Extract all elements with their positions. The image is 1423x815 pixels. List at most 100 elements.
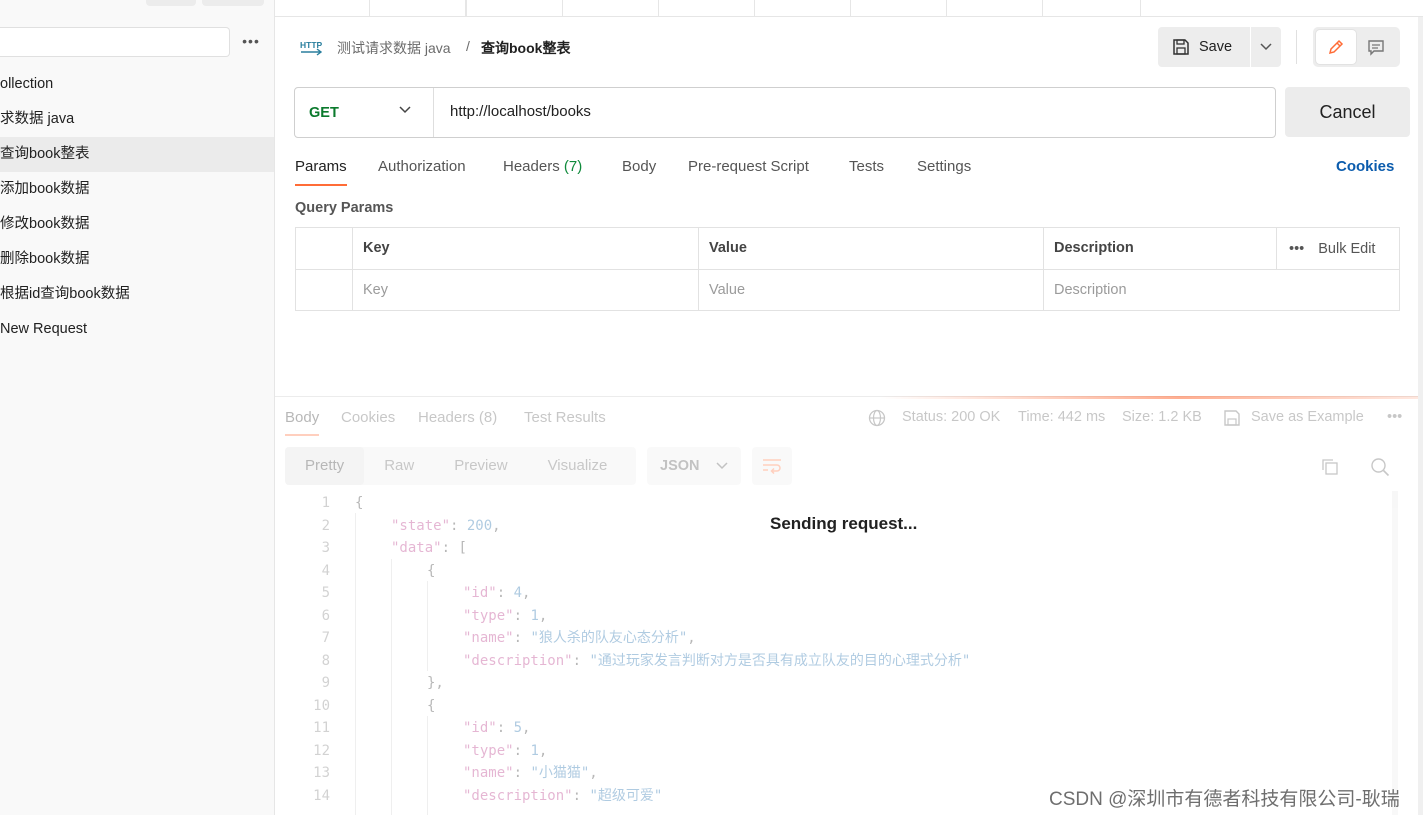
request-tab[interactable] — [947, 0, 1043, 16]
code-line: 7 "name": "狼人杀的队友心态分析", — [321, 630, 696, 646]
breadcrumb-parent[interactable]: 测试请求数据 java — [337, 38, 451, 58]
more-options-icon[interactable]: ••• — [1289, 241, 1304, 257]
method-select[interactable]: GET — [295, 88, 434, 137]
http-icon: HTTP — [300, 38, 323, 56]
sidebar-top-button[interactable] — [202, 0, 264, 6]
tab-authorization[interactable]: Authorization — [378, 158, 466, 188]
sidebar-item-label: 求数据 java — [0, 111, 75, 127]
wrap-lines-button[interactable] — [752, 447, 792, 485]
response-scrollbar[interactable] — [1392, 491, 1398, 815]
query-params-title: Query Params — [295, 200, 394, 216]
comments-button[interactable] — [1356, 30, 1396, 64]
request-tab[interactable] — [563, 0, 659, 16]
language-select[interactable]: JSON — [647, 447, 741, 485]
tab-pre-request-script[interactable]: Pre-request Script — [688, 158, 809, 188]
bulk-edit-button[interactable]: ••• Bulk Edit — [1276, 228, 1399, 269]
request-tab[interactable] — [755, 0, 851, 16]
save-as-example-button[interactable]: Save as Example — [1251, 409, 1364, 425]
url-bar: GET http://localhost/books — [294, 87, 1276, 138]
request-tab[interactable] — [1043, 0, 1141, 16]
sidebar-item-label: ollection — [0, 76, 54, 92]
response-size[interactable]: Size: 1.2 KB — [1122, 409, 1202, 425]
cookies-link[interactable]: Cookies — [1336, 158, 1394, 175]
format-raw-button[interactable]: Raw — [364, 447, 434, 485]
description-input[interactable]: Description — [1043, 270, 1399, 311]
chevron-down-icon — [399, 106, 411, 114]
response-tab-test-results[interactable]: Test Results — [524, 409, 606, 426]
method-label: GET — [309, 104, 339, 121]
sidebar-item-add-book[interactable]: 添加book数据 — [0, 172, 274, 207]
http-icon-label: HTTP — [300, 40, 322, 50]
column-header-key: Key — [352, 228, 698, 269]
tab-tests[interactable]: Tests — [849, 158, 884, 188]
request-tab[interactable] — [275, 0, 370, 16]
code-line: 12 "type": 1, — [313, 742, 548, 759]
more-options-icon[interactable]: ••• — [240, 30, 262, 52]
sidebar-item-update-book[interactable]: 修改book数据 — [0, 207, 274, 242]
response-format-group: Pretty Raw Preview Visualize — [285, 447, 636, 485]
sidebar-item-label: 删除book数据 — [0, 251, 90, 267]
code-line: 8 "description": "通过玩家发言判断对方是否具有成立队友的目的心理… — [321, 652, 971, 669]
code-line: 4{ — [321, 562, 436, 579]
response-status[interactable]: Status: 200 OK — [902, 409, 1000, 425]
sidebar-item-delete-book[interactable]: 删除book数据 — [0, 242, 274, 277]
code-line: 10{ — [313, 697, 436, 714]
response-tab-headers[interactable]: Headers (8) — [418, 409, 497, 426]
response-code-editor[interactable]: 1{ 2 "state": 200, 3 "data": [ 4{ 5 "id": 4… — [275, 491, 1395, 815]
sidebar-item-new-request[interactable]: New Request — [0, 312, 274, 347]
response-tab-cookies[interactable]: Cookies — [341, 409, 395, 426]
sidebar-item-collection[interactable]: ollection — [0, 67, 274, 102]
page-title[interactable]: 查询book整表 — [481, 38, 570, 58]
pencil-icon — [1328, 39, 1344, 55]
request-tab[interactable] — [659, 0, 755, 16]
globe-icon[interactable] — [868, 409, 886, 427]
save-icon — [1224, 410, 1240, 426]
tab-params[interactable]: Params — [295, 158, 347, 188]
sidebar-top-button[interactable] — [146, 0, 196, 6]
column-header-description: Description — [1043, 228, 1276, 269]
key-input[interactable]: Key — [352, 270, 698, 311]
watermark: CSDN @深圳市有德者科技有限公司-耿瑞 — [1049, 789, 1400, 810]
format-pretty-button[interactable]: Pretty — [285, 447, 365, 485]
sidebar-search-input[interactable] — [0, 27, 230, 57]
search-icon[interactable] — [1370, 457, 1390, 477]
headers-count-badge: (7) — [563, 158, 583, 175]
query-params-table: Key Value Description ••• Bulk Edit Key … — [295, 227, 1400, 311]
format-preview-button[interactable]: Preview — [434, 447, 527, 485]
request-tab[interactable] — [851, 0, 947, 16]
format-visualize-button[interactable]: Visualize — [528, 447, 628, 485]
sidebar-item-query-books[interactable]: 查询book整表 — [0, 137, 274, 172]
tab-settings[interactable]: Settings — [917, 158, 971, 188]
tab-headers[interactable]: Headers (7) — [503, 158, 582, 188]
sidebar-item-query-book-by-id[interactable]: 根据id查询book数据 — [0, 277, 274, 312]
code-line: 1{ — [321, 495, 364, 511]
code-line: 5 "id": 4, — [321, 585, 531, 601]
save-dropdown-button[interactable] — [1251, 27, 1281, 67]
save-icon — [1173, 39, 1189, 55]
request-tab[interactable] — [370, 0, 466, 16]
sidebar: ••• ollection 求数据 java 查询book整表 添加book数据… — [0, 0, 275, 815]
tab-body[interactable]: Body — [622, 158, 656, 188]
sidebar-item-label: 根据id查询book数据 — [0, 286, 130, 302]
save-button[interactable]: Save — [1158, 27, 1250, 67]
sidebar-item-folder[interactable]: 求数据 java — [0, 102, 274, 137]
table-header-row: Key Value Description ••• Bulk Edit — [296, 228, 1399, 270]
column-header-value: Value — [698, 228, 1043, 269]
sidebar-item-label: New Request — [0, 321, 88, 337]
code-line: 6 "type": 1, — [321, 607, 548, 624]
value-input[interactable]: Value — [698, 270, 1043, 311]
request-tab-strip — [275, 0, 1423, 17]
sidebar-item-label: 添加book数据 — [0, 181, 90, 197]
wrap-icon — [763, 459, 781, 474]
page-scrollbar[interactable] — [1418, 17, 1423, 815]
sidebar-item-label: 查询book整表 — [0, 146, 90, 162]
url-input[interactable]: http://localhost/books — [450, 103, 591, 120]
copy-icon[interactable] — [1321, 458, 1339, 476]
edit-mode-button[interactable] — [1316, 30, 1356, 64]
response-time[interactable]: Time: 442 ms — [1018, 409, 1105, 425]
request-tab-active[interactable] — [466, 0, 563, 16]
cancel-button[interactable]: Cancel — [1285, 87, 1410, 137]
more-options-icon[interactable]: ••• — [1387, 409, 1402, 425]
code-line: 3 "data": [ — [321, 540, 467, 556]
response-tab-body[interactable]: Body — [285, 409, 320, 436]
